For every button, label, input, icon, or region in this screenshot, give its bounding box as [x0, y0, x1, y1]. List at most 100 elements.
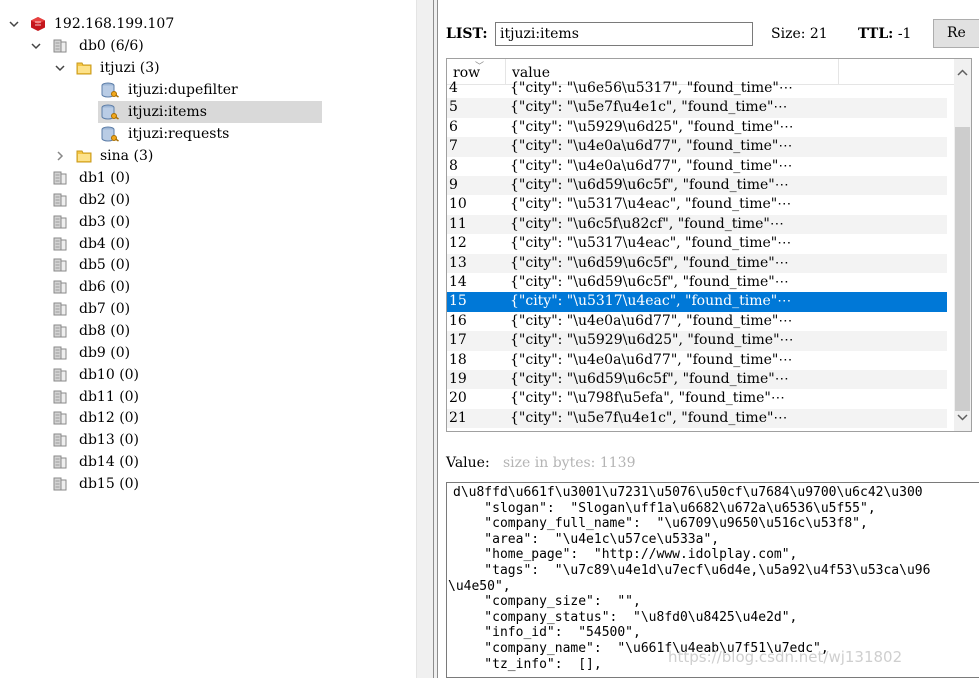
- table-row[interactable]: 10 {"city": "\u5317\u4eac", "found_time"⋯: [447, 195, 947, 214]
- folder-icon: [76, 148, 92, 164]
- chevron-right-icon[interactable]: [54, 150, 66, 162]
- row-index-cell: 13: [449, 254, 467, 271]
- table-row[interactable]: 18 {"city": "\u4e0a\u6d77", "found_time"⋯: [447, 351, 947, 370]
- table-row[interactable]: 8 {"city": "\u4e0a\u6d77", "found_time"⋯: [447, 157, 947, 176]
- db0-label: db0 (6/6): [79, 38, 144, 54]
- chevron-down-icon[interactable]: [30, 40, 42, 52]
- row-value-cell: {"city": "\u5e7f\u4e1c", "found_time"⋯: [510, 99, 788, 116]
- db-label: db13 (0): [79, 432, 140, 449]
- row-value-cell: {"city": "\u6d59\u6c5f", "found_time"⋯: [510, 177, 789, 193]
- table-row[interactable]: 9 {"city": "\u6d59\u6c5f", "found_time"⋯: [447, 176, 947, 196]
- database-icon: [52, 236, 68, 252]
- row-index-cell: 19: [449, 371, 467, 387]
- row-index-cell: 11: [449, 215, 467, 232]
- row-index-cell: 6: [449, 118, 458, 135]
- table-row[interactable]: 15 {"city": "\u5317\u4eac", "found_time"⋯: [447, 292, 947, 312]
- table-row[interactable]: 7 {"city": "\u4e0a\u6d77", "found_time"⋯: [447, 137, 947, 157]
- row-value-cell: {"city": "\u5929\u6d25", "found_time"⋯: [510, 332, 794, 349]
- value-line: d\u8ffd\u661f\u3001\u7231\u5076\u50cf\u7…: [453, 485, 923, 500]
- folder-icon: [76, 60, 92, 76]
- value-line: "slogan": "Slogan\uff1a\u6682\u672a\u653…: [453, 500, 876, 516]
- value-line: "tz_info": [],: [453, 656, 602, 672]
- table-row[interactable]: 14 {"city": "\u6d59\u6c5f", "found_time"⋯: [447, 273, 947, 292]
- table-row[interactable]: 13 {"city": "\u6d59\u6c5f", "found_time"⋯: [447, 253, 947, 273]
- db-label: db3 (0): [79, 213, 131, 230]
- row-index-cell: 20: [449, 390, 467, 407]
- watermark: https://blog.csdn.net/wj131802: [668, 648, 903, 666]
- database-icon: [52, 389, 68, 405]
- key-name-input[interactable]: itjuzi:items: [495, 22, 753, 46]
- key-icon: [101, 82, 119, 98]
- table-row[interactable]: 17 {"city": "\u5929\u6d25", "found_time"⋯: [447, 331, 947, 351]
- database-icon: [52, 257, 68, 273]
- table-row[interactable]: 6 {"city": "\u5929\u6d25", "found_time"⋯: [447, 118, 947, 137]
- database-icon: [52, 279, 68, 295]
- tree-key-items[interactable]: itjuzi:items: [4, 101, 322, 123]
- row-index-cell: 4: [449, 80, 458, 96]
- value-line: "company_status": "\u8fd0\u8425\u4e2d",: [453, 609, 798, 625]
- database-icon: [52, 432, 68, 448]
- panel-splitter[interactable]: [416, 0, 438, 678]
- database-icon: [52, 214, 68, 230]
- database-icon: [52, 367, 68, 383]
- server-label: 192.168.199.107: [54, 16, 175, 32]
- key-icon: [101, 126, 119, 142]
- connection-tree: 192.168.199.107 db0 (6/6) itjuzi (3) itj…: [0, 0, 418, 678]
- row-index-cell: 15: [449, 293, 467, 310]
- table-row[interactable]: 12 {"city": "\u5317\u4eac", "found_time"⋯: [447, 234, 947, 253]
- row-value-cell: {"city": "\u4e0a\u6d77", "found_time"⋯: [510, 312, 793, 329]
- row-index-cell: 18: [449, 351, 467, 368]
- db-label: db4 (0): [79, 235, 131, 252]
- folder-itjuzi-label: itjuzi (3): [100, 60, 160, 76]
- table-row[interactable]: 21 {"city": "\u5e7f\u4e1c", "found_time"⋯: [447, 408, 947, 429]
- db-label: db10 (0): [79, 366, 140, 383]
- row-value-cell: {"city": "\u5317\u4eac", "found_time"⋯: [510, 235, 792, 252]
- value-line: "company_size": "",: [453, 594, 641, 610]
- table-row[interactable]: 4 {"city": "\u6e56\u5317", "found_time"⋯: [447, 79, 947, 98]
- values-table[interactable]: ﹀ row value 4 {"city": "\u6e56\u5317", "f…: [446, 58, 972, 432]
- ttl-value: -1: [897, 26, 912, 42]
- rename-button[interactable]: Re: [933, 19, 979, 48]
- size-label: Size: 21: [771, 26, 828, 42]
- redis-server-icon: [30, 16, 46, 32]
- table-row[interactable]: 11 {"city": "\u6c5f\u82cf", "found_time"⋯: [447, 214, 947, 235]
- scrollbar-thumb[interactable]: [955, 127, 970, 411]
- value-line: "area": "\u4e1c\u57ce\u533a",: [453, 531, 720, 547]
- row-value-cell: {"city": "\u4e0a\u6d77", "found_time"⋯: [510, 157, 793, 174]
- db-label: db15 (0): [79, 475, 140, 492]
- scroll-up-icon[interactable]: [957, 65, 968, 81]
- db-label: db2 (0): [79, 191, 131, 208]
- ttl-caption: TTL:: [858, 26, 894, 42]
- table-row[interactable]: 20 {"city": "\u798f\u5efa", "found_time"⋯: [447, 389, 947, 408]
- row-value-cell: {"city": "\u6e56\u5317", "found_time"⋯: [510, 80, 793, 96]
- database-icon: [52, 454, 68, 470]
- database-icon: [52, 170, 68, 186]
- table-scrollbar[interactable]: [954, 59, 971, 431]
- table-row[interactable]: 19 {"city": "\u6d59\u6c5f", "found_time"⋯: [447, 370, 947, 390]
- row-index-cell: 14: [449, 274, 467, 290]
- row-value-cell: {"city": "\u6c5f\u82cf", "found_time"⋯: [510, 215, 784, 232]
- db-label: db12 (0): [79, 410, 140, 427]
- row-index-cell: 9: [449, 177, 458, 193]
- row-index-cell: 5: [449, 99, 458, 116]
- scroll-down-icon[interactable]: [957, 409, 968, 425]
- table-row[interactable]: 16 {"city": "\u4e0a\u6d77", "found_time"⋯: [447, 312, 947, 331]
- row-index-cell: 7: [449, 138, 458, 155]
- table-row[interactable]: 5 {"city": "\u5e7f\u4e1c", "found_time"⋯: [447, 98, 947, 118]
- value-size-hint: size in bytes: 1139: [503, 455, 636, 471]
- row-value-cell: {"city": "\u6d59\u6c5f", "found_time"⋯: [510, 274, 789, 290]
- row-value-cell: {"city": "\u5929\u6d25", "found_time"⋯: [510, 118, 794, 135]
- db-label: db5 (0): [79, 257, 131, 274]
- value-label: Value:: [446, 455, 490, 471]
- chevron-down-icon[interactable]: [54, 62, 66, 74]
- value-line: \u4e50",: [448, 578, 511, 594]
- folder-sina-label: sina (3): [100, 148, 154, 164]
- key-detail-panel: LIST: itjuzi:items Size: 21 TTL: -1 Re ﹀…: [438, 0, 979, 678]
- value-line: "tags": "\u7c89\u4e1d\u7ecf\u6d4e,\u5a92…: [453, 563, 931, 578]
- database-icon: [52, 345, 68, 361]
- db-label: db7 (0): [79, 301, 131, 318]
- db-label: db8 (0): [79, 322, 131, 339]
- row-value-cell: {"city": "\u5317\u4eac", "found_time"⋯: [510, 293, 792, 310]
- db-label: db9 (0): [79, 344, 131, 361]
- chevron-down-icon[interactable]: [8, 18, 20, 30]
